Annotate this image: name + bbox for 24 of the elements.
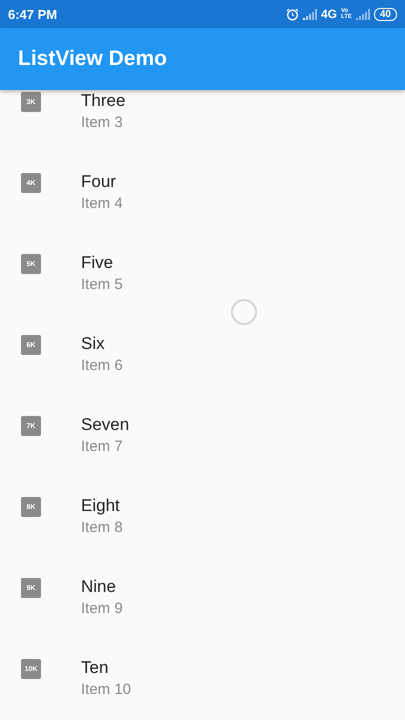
item-subtitle: Item 4 [81,194,123,214]
item-title[interactable]: Four [81,170,116,192]
item-title[interactable]: Ten [81,656,108,678]
item-subtitle: Item 3 [81,112,123,132]
item-subtitle: Item 9 [81,598,123,618]
app-title: ListView Demo [18,47,167,71]
item-title[interactable]: Nine [81,576,116,598]
signal-icon [302,8,317,20]
item-subtitle: Item 10 [81,680,132,700]
battery-indicator: 40 [374,8,397,20]
item-title[interactable]: Seven [81,414,130,436]
alarm-icon [286,8,299,20]
item-subtitle: Item 7 [81,436,123,456]
status-time: 6:47 PM [8,6,58,22]
item-title[interactable]: Five [81,252,114,274]
item-title[interactable]: Six [81,332,105,354]
loading-spinner [230,298,258,326]
item-title[interactable]: Three [81,90,126,112]
item-subtitle: Item 8 [81,518,123,538]
item-subtitle: Item 6 [81,356,123,376]
signal-icon [356,8,370,20]
network-type: 4G [320,7,337,21]
item-subtitle: Item 5 [81,274,123,294]
item-title[interactable]: Eight [81,494,120,516]
